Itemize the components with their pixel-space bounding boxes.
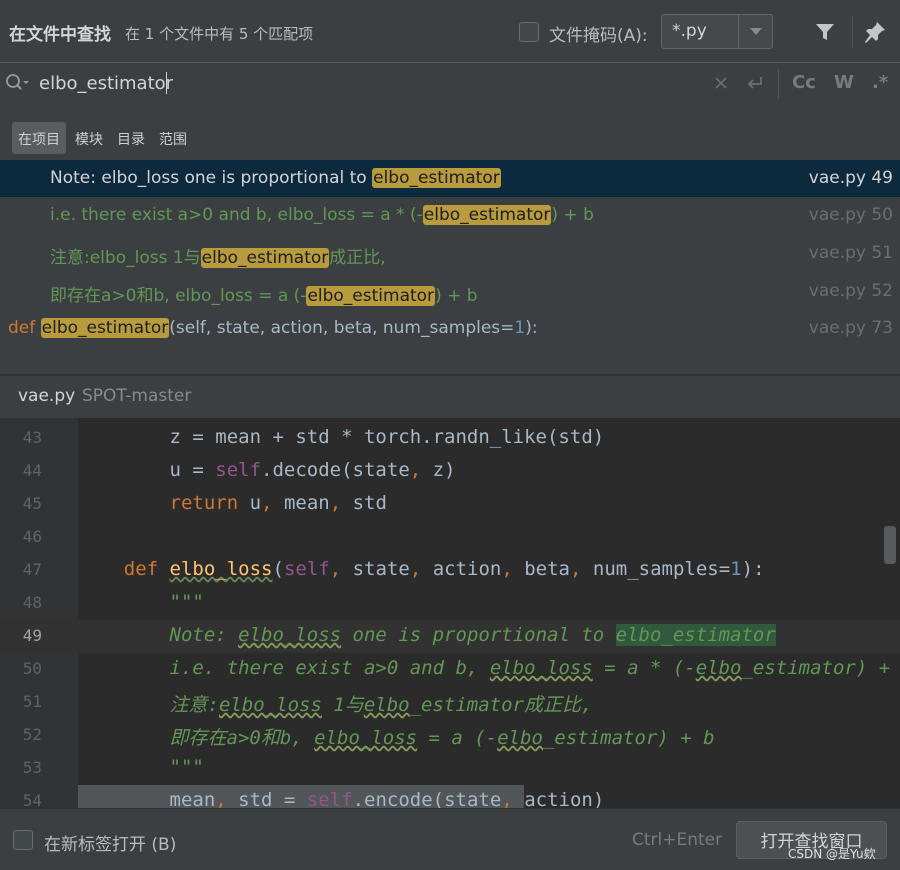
dialog-header: 在文件中查找 在 1 个文件中有 5 个匹配项 文件掩码(A): *.py: [0, 0, 900, 62]
tab-scope[interactable]: 范围: [153, 122, 193, 154]
watermark: CSDN @是Yu欸: [788, 847, 876, 861]
result-file: vae.py 73: [808, 318, 893, 338]
results-list: Note: elbo_loss one is proportional to e…: [0, 160, 900, 374]
result-file: vae.py 50: [808, 205, 893, 225]
file-mask-label[interactable]: 文件掩码(A):: [549, 21, 648, 46]
preview-header: vae.py SPOT-master: [0, 374, 900, 418]
combo-divider: [738, 15, 739, 48]
match-highlight: elbo_estimator: [200, 248, 330, 268]
match-case-toggle[interactable]: Cc: [792, 72, 816, 93]
code-line: 47 def elbo_loss(self, state, action, be…: [0, 554, 900, 587]
file-mask-combo[interactable]: *.py: [661, 14, 773, 49]
result-row[interactable]: 即存在a>0和b, elbo_loss = a (-elbo_estimator…: [0, 273, 900, 310]
code-preview[interactable]: 43 z = mean + std * torch.randn_like(std…: [0, 418, 900, 808]
regex-toggle[interactable]: .*: [872, 72, 888, 93]
open-in-new-tab-label[interactable]: 在新标签打开 (B): [44, 830, 176, 855]
open-in-new-tab-checkbox[interactable]: [13, 830, 33, 850]
dialog-footer: 在新标签打开 (B) Ctrl+Enter 打开查找窗口 CSDN @是Yu欸: [0, 808, 900, 870]
preview-file-name: vae.py: [18, 386, 76, 406]
code-line: 44 u = self.decode(state, z): [0, 455, 900, 488]
code-line: 51 注意:elbo_loss 1与elbo_estimator成正比,: [0, 686, 900, 719]
divider: [778, 69, 779, 99]
result-text: 即存在a>0和b, elbo_loss = a (-elbo_estimator…: [50, 286, 478, 306]
vertical-scrollbar[interactable]: [884, 526, 896, 564]
line-number: 53: [22, 758, 42, 777]
code-line: 43 z = mean + std * torch.randn_like(std…: [0, 422, 900, 455]
line-number: 54: [22, 791, 42, 808]
clear-icon[interactable]: [713, 75, 729, 91]
dialog-title: 在文件中查找: [9, 25, 111, 45]
code-line: 52 即存在a>0和b, elbo_loss = a (-elbo_estima…: [0, 719, 900, 752]
file-mask-checkbox[interactable]: [519, 22, 539, 42]
line-number: 43: [22, 428, 42, 447]
scope-tabs: 在项目 模块 目录 范围: [0, 104, 900, 160]
code-line: 45 return u, mean, std: [0, 488, 900, 521]
shortcut-hint: Ctrl+Enter: [632, 830, 723, 850]
result-file: vae.py 52: [808, 281, 893, 301]
new-line-icon[interactable]: [745, 73, 765, 93]
result-row[interactable]: Note: elbo_loss one is proportional to e…: [0, 160, 900, 197]
code-line: 53 """: [0, 752, 900, 785]
tab-directory[interactable]: 目录: [111, 122, 151, 154]
result-row[interactable]: i.e. there exist a>0 and b, elbo_loss = …: [0, 197, 900, 234]
pin-icon[interactable]: [863, 20, 887, 44]
result-row[interactable]: 注意:elbo_loss 1与elbo_estimator成正比, vae.py…: [0, 235, 900, 272]
match-summary: 在 1 个文件中有 5 个匹配项: [125, 25, 314, 43]
filter-icon[interactable]: [813, 20, 837, 44]
match-highlight: elbo_estimator: [40, 318, 170, 338]
file-mask-value[interactable]: *.py: [672, 21, 707, 41]
line-number: 51: [22, 692, 42, 711]
match-highlight: elbo_estimator: [306, 286, 436, 306]
match-highlight: elbo_estimator: [372, 168, 501, 188]
divider: [852, 16, 853, 48]
line-number: 48: [22, 593, 42, 612]
result-file: vae.py 49: [808, 168, 893, 188]
line-number: 50: [22, 659, 42, 678]
search-input[interactable]: [39, 70, 599, 96]
text-caret: [166, 72, 167, 94]
line-number: 49: [22, 626, 42, 645]
result-text: def elbo_estimator(self, state, action, …: [8, 318, 538, 338]
code-line: 50 i.e. there exist a>0 and b, elbo_loss…: [0, 653, 900, 686]
line-number: 44: [22, 461, 42, 480]
line-number: 46: [22, 527, 42, 546]
line-number: 52: [22, 725, 42, 744]
result-row[interactable]: def elbo_estimator(self, state, action, …: [0, 310, 900, 347]
tab-project[interactable]: 在项目: [12, 122, 66, 154]
code-line: 46: [0, 521, 900, 554]
result-file: vae.py 51: [808, 243, 893, 263]
preview-project-name: SPOT-master: [82, 386, 192, 406]
whole-words-toggle[interactable]: W: [834, 72, 854, 93]
search-icon[interactable]: [5, 73, 29, 93]
chevron-down-icon[interactable]: [750, 28, 762, 35]
line-number: 45: [22, 494, 42, 513]
code-line: 54 mean, std = self.encode(state, action…: [0, 785, 900, 808]
current-code-line: 49 Note: elbo_loss one is proportional t…: [0, 620, 900, 653]
result-text: Note: elbo_loss one is proportional to e…: [50, 168, 501, 188]
tab-module[interactable]: 模块: [69, 122, 109, 154]
result-text: i.e. there exist a>0 and b, elbo_loss = …: [50, 205, 594, 225]
result-text: 注意:elbo_loss 1与elbo_estimator成正比,: [50, 248, 386, 268]
line-number: 47: [22, 560, 42, 579]
code-line: 48 """: [0, 587, 900, 620]
search-bar: Cc W .*: [0, 62, 900, 104]
match-highlight: elbo_estimator: [422, 205, 552, 225]
